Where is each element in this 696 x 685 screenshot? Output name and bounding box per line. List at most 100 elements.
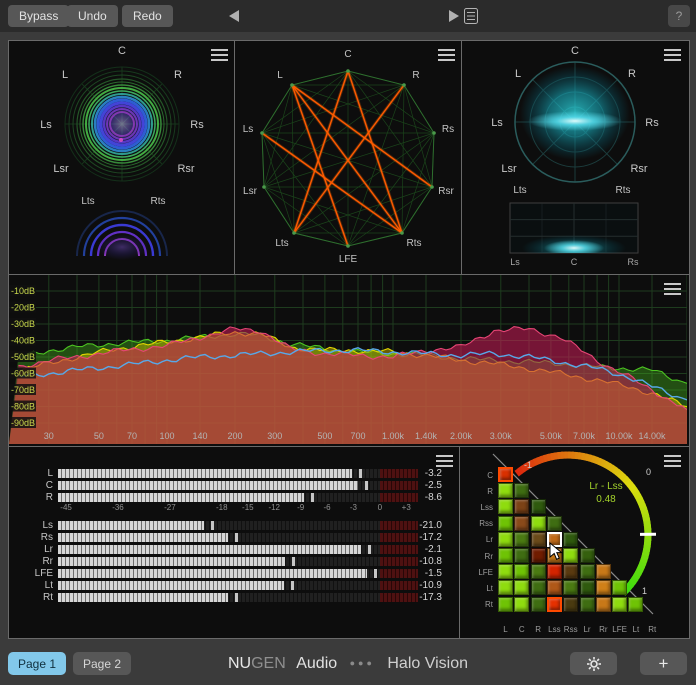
polar-label-r: R [628, 68, 636, 80]
add-button[interactable]: + [640, 652, 687, 675]
matrix-cell-lfe-lss[interactable] [547, 564, 562, 579]
help-button[interactable]: ? [668, 5, 690, 27]
matrix-cell-rr-lss[interactable] [547, 548, 562, 563]
redo-button[interactable]: Redo [122, 5, 173, 27]
matrix-cell-lr-rss[interactable] [563, 532, 578, 547]
matrix-cell-rt-lfe[interactable] [612, 597, 627, 612]
matrix-cell-r-l[interactable] [498, 483, 513, 498]
bypass-button[interactable]: Bypass [8, 5, 69, 27]
freq-axis-label: 7.00k [573, 431, 596, 441]
panel-menu-icon[interactable] [664, 283, 681, 295]
correlation-web-visual: CLRLsRsLsrRsrLtsRtsLFE [235, 41, 461, 272]
freq-axis-label: 300 [267, 431, 282, 441]
matrix-cell-lss-r[interactable] [531, 499, 546, 514]
matrix-cell-rr-l[interactable] [498, 548, 513, 563]
freq-axis-label: 50 [94, 431, 104, 441]
web-highlight-line-l-rts [292, 85, 402, 233]
matrix-cell-lr-lss[interactable] [547, 532, 562, 547]
notes-icon[interactable] [464, 8, 478, 24]
matrix-cell-lt-lr[interactable] [580, 580, 595, 595]
matrix-cell-c-l[interactable] [498, 467, 513, 482]
matrix-col-label: LFE [612, 625, 627, 634]
matrix-cell-rr-r[interactable] [531, 548, 546, 563]
matrix-cell-lfe-rss[interactable] [563, 564, 578, 579]
polar-scope-visual: C L R Ls Rs Lsr Rsr Lts Rts Ls C Rs [462, 41, 687, 272]
panel-menu-icon[interactable] [664, 455, 681, 467]
panel-menu-icon[interactable] [211, 49, 228, 61]
meter-row-r: R-8.6 [9, 493, 461, 503]
panel-menu-icon[interactable] [664, 49, 681, 61]
matrix-cell-lt-rss[interactable] [563, 580, 578, 595]
polar-label-lsr: Lsr [501, 163, 517, 175]
matrix-col-label: Lt [633, 625, 640, 634]
meter-row-lfe: LFE-1.5 [9, 569, 461, 579]
matrix-cell-rt-rss[interactable] [563, 597, 578, 612]
matrix-row-label: Lr [460, 535, 493, 544]
meter-value: -21.0 [419, 520, 442, 531]
matrix-cell-lss-l[interactable] [498, 499, 513, 514]
meter-scale-label: -27 [164, 503, 176, 512]
db-axis-label: -80dB [11, 402, 35, 412]
matrix-cell-lss-c[interactable] [514, 499, 529, 514]
matrix-cell-lt-rr[interactable] [596, 580, 611, 595]
matrix-cell-rt-c[interactable] [514, 597, 529, 612]
polar-label-rsr: Rsr [630, 163, 647, 175]
polar-label-lts: Lts [513, 185, 526, 196]
prev-icon[interactable] [229, 10, 239, 22]
meter-bar [58, 593, 418, 602]
matrix-cell-lt-c[interactable] [514, 580, 529, 595]
matrix-cell-lfe-r[interactable] [531, 564, 546, 579]
matrix-cell-rr-lr[interactable] [580, 548, 595, 563]
matrix-cell-lt-lfe[interactable] [612, 580, 627, 595]
halo-vision-window: Bypass Undo Redo ? [0, 0, 696, 685]
matrix-cell-lfe-l[interactable] [498, 564, 513, 579]
matrix-cell-rt-lss[interactable] [547, 597, 562, 612]
matrix-cell-lfe-c[interactable] [514, 564, 529, 579]
level-meters: L-3.2C-2.5R-8.6Ls-21.0Rs-17.2Lr-2.1Rr-10… [9, 447, 461, 638]
matrix-cell-rt-rr[interactable] [596, 597, 611, 612]
panel-menu-icon[interactable] [436, 455, 453, 467]
meter-row-rt: Rt-17.3 [9, 593, 461, 603]
gauge-label-pos1: 1 [642, 586, 647, 596]
matrix-row-label: R [460, 487, 493, 496]
matrix-cell-r-c[interactable] [514, 483, 529, 498]
matrix-cell-lt-r[interactable] [531, 580, 546, 595]
matrix-cell-lt-l[interactable] [498, 580, 513, 595]
matrix-cell-rt-lt[interactable] [628, 597, 643, 612]
web-node-label-rts: Rts [407, 238, 422, 249]
settings-button[interactable] [570, 652, 617, 675]
ring-label-lsr: Lsr [53, 163, 69, 175]
web-node-label-ls: Ls [243, 124, 254, 135]
matrix-cell-rss-r[interactable] [531, 516, 546, 531]
matrix-cell-rss-lss[interactable] [547, 516, 562, 531]
matrix-cell-rr-rss[interactable] [563, 548, 578, 563]
matrix-cell-lfe-lr[interactable] [580, 564, 595, 579]
matrix-cell-lr-l[interactable] [498, 532, 513, 547]
matrix-cell-lt-lss[interactable] [547, 580, 562, 595]
panel-menu-icon[interactable] [438, 49, 455, 61]
matrix-cell-lr-c[interactable] [514, 532, 529, 547]
matrix-cell-rt-lr[interactable] [580, 597, 595, 612]
undo-button[interactable]: Undo [67, 5, 118, 27]
db-axis-label: -50dB [11, 352, 35, 362]
ring-label-ls: Ls [40, 119, 52, 131]
meter-value: -10.8 [419, 556, 442, 567]
matrix-col-label: R [535, 625, 541, 634]
matrix-col-label: Rt [648, 625, 656, 634]
meter-value: -2.1 [425, 544, 442, 555]
matrix-cell-rr-c[interactable] [514, 548, 529, 563]
web-node-label-lsr: Lsr [243, 186, 258, 197]
meter-scale-label: -45 [60, 503, 72, 512]
matrix-row-label: Rr [460, 552, 493, 561]
play-icon[interactable] [449, 10, 459, 22]
matrix-cell-lr-r[interactable] [531, 532, 546, 547]
matrix-cell-lfe-rr[interactable] [596, 564, 611, 579]
matrix-cell-rss-c[interactable] [514, 516, 529, 531]
db-axis-label: -70dB [11, 385, 35, 395]
meter-row-rr: Rr-10.8 [9, 557, 461, 567]
matrix-cell-rt-l[interactable] [498, 597, 513, 612]
matrix-cell-rt-r[interactable] [531, 597, 546, 612]
matrix-cell-rss-l[interactable] [498, 516, 513, 531]
meter-bar [58, 569, 418, 578]
polar-label-l: L [515, 68, 521, 80]
